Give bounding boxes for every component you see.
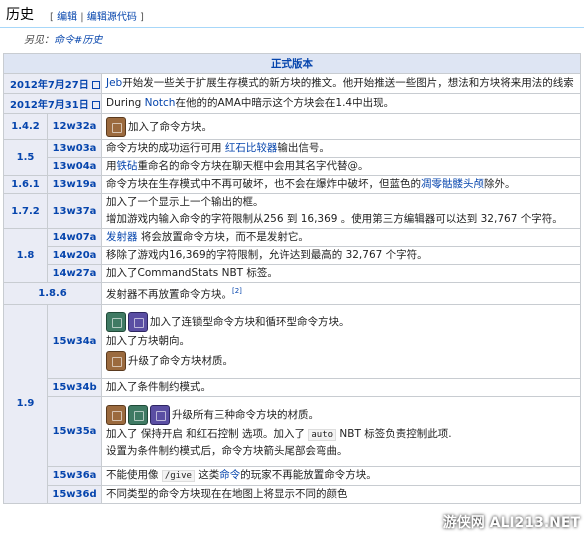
table-row: 1.8 14w07a 发射器 将会放置命令方块，而不是发射它。 (3, 228, 581, 283)
date-cell[interactable]: 2012年7月27日 (3, 73, 102, 94)
edit-source-link[interactable]: 编辑源代码 (87, 12, 137, 23)
version-cell[interactable]: 1.8.6 (3, 282, 102, 305)
table-row: 15w35a 升级所有三种命令方块的材质。 加入了 保持开启 和红石控制 选项。… (4, 395, 581, 467)
table-row: 15w36d 不同类型的命令方块现在在地图上将显示不同的颜色 (4, 484, 581, 504)
separator: | (80, 12, 84, 23)
snapshot-cell[interactable]: 13w03a (47, 139, 102, 158)
table-row: 1.5 13w03a 命令方块的成功运行可用 红石比较器输出信号。 (3, 139, 581, 176)
snapshot-cell[interactable]: 15w34a (47, 303, 102, 379)
snapshot-cell[interactable]: 14w20a (47, 246, 102, 265)
see-also-prefix: 另见： (24, 35, 54, 46)
table-row: 14w27a 加入了CommandStats NBT 标签。 (4, 264, 581, 283)
close-bracket: ] (140, 12, 144, 23)
see-also-link[interactable]: 命令#历史 (54, 35, 102, 46)
table-row: 13w04a 用铁砧重命名的命令方块在聊天框中会用其名字代替@。 (4, 157, 581, 176)
date-cell[interactable]: 2012年7月31日 (3, 93, 102, 114)
wither-skull-link[interactable]: 凋零骷髅头颅 (421, 178, 484, 190)
snapshot-cell[interactable]: 14w27a (47, 264, 102, 283)
table-row: 14w20a 移除了游戏内16,369的字符限制，允许达到最高的 32,767 … (4, 246, 581, 265)
desc-cell: 不能使用像 /give 这类命令的玩家不再能放置命令方块。 (101, 465, 581, 486)
table-row: 1.7.2 13w37a 加入了一个显示上一个输出的框。 增加游戏内输入命令的字符… (3, 193, 581, 229)
snapshot-cell[interactable]: 13w04a (47, 157, 102, 176)
open-bracket: [ (50, 12, 54, 23)
table-row: 15w34b 加入了条件制约模式。 (4, 377, 581, 397)
desc-cell: During Notch在他的的AMA中暗示这个方块会在1.4中出现。 (101, 93, 581, 114)
table-row: 1.8.6 发射器不再放置命令方块。[2] (3, 282, 581, 305)
reference-link[interactable]: [2] (232, 287, 242, 295)
desc-cell: 加入了连锁型命令方块和循环型命令方块。 加入了方块朝向。 升级了命令方块材质。 (101, 303, 581, 379)
version-cell[interactable]: 1.5 (3, 139, 48, 176)
desc-cell: 发射器 将会放置命令方块，而不是发射它。 (101, 228, 581, 247)
table-row: 1.4.2 12w32a 加入了命令方块。 (3, 113, 581, 140)
impulse-command-block-icon (106, 116, 126, 137)
snapshot-cell[interactable]: 14w07a (47, 228, 102, 247)
snapshot-cell[interactable]: 13w19a (47, 175, 102, 194)
desc-cell: 加入了CommandStats NBT 标签。 (101, 264, 581, 283)
repeating-command-block-icon (150, 404, 170, 425)
chain-command-block-icon (106, 311, 126, 332)
edit-link[interactable]: 编辑 (57, 12, 77, 23)
desc-cell: 加入了命令方块。 (101, 113, 581, 140)
snapshot-cell[interactable]: 15w36a (47, 465, 102, 486)
desc-cell: 用铁砧重命名的命令方块在聊天框中会用其名字代替@。 (101, 157, 581, 176)
impulse-command-block-icon (106, 350, 126, 371)
desc-cell: 发射器不再放置命令方块。[2] (101, 282, 581, 305)
impulse-command-block-icon (106, 404, 126, 425)
desc-cell: 升级所有三种命令方块的材质。 加入了 保持开启 和红石控制 选项。加入了 aut… (101, 395, 581, 467)
version-cell[interactable]: 1.9 (3, 303, 48, 504)
external-link-icon (91, 81, 100, 89)
section-header: 历史 [ 编辑 | 编辑源代码 ] (0, 0, 584, 28)
give-command-code: /give (161, 469, 195, 482)
watermark: 游侠网 ALI213.NET (442, 515, 580, 531)
version-cell[interactable]: 1.4.2 (3, 113, 48, 140)
anvil-link[interactable]: 铁砧 (117, 160, 138, 172)
snapshot-cell[interactable]: 13w37a (47, 193, 102, 229)
table-row: 1.9 15w34a 加入了连锁型命令方块和循环型命令方块。 加入了方块朝向。 … (3, 303, 581, 504)
command-link[interactable]: 命令 (219, 469, 240, 481)
external-link-icon (91, 101, 100, 109)
table-row: 15w36a 不能使用像 /give 这类命令的玩家不再能放置命令方块。 (4, 465, 581, 486)
table-heading: 正式版本 (3, 53, 581, 74)
version-cell[interactable]: 1.8 (3, 228, 48, 283)
edit-links: [ 编辑 | 编辑源代码 ] (50, 8, 144, 23)
snapshot-cell[interactable]: 12w32a (47, 113, 102, 140)
desc-cell: Jeb开始发一些关于扩展生存模式的新方块的推文。他开始推送一些图片，想法和方块将… (101, 73, 581, 94)
see-also: 另见：命令#历史 (24, 31, 102, 46)
jeb-link[interactable]: Jeb (106, 77, 122, 89)
notch-link[interactable]: Notch (145, 97, 176, 109)
snapshot-cell[interactable]: 15w36d (47, 484, 102, 504)
history-table: 正式版本 2012年7月27日 Jeb开始发一些关于扩展生存模式的新方块的推文。… (3, 53, 581, 504)
section-title: 历史 (6, 7, 34, 23)
comparator-link[interactable]: 红石比较器 (225, 142, 278, 154)
snapshot-cell[interactable]: 15w34b (47, 377, 102, 397)
desc-cell: 加入了条件制约模式。 (101, 377, 581, 397)
snapshot-cell[interactable]: 15w35a (47, 395, 102, 467)
desc-cell: 移除了游戏内16,369的字符限制，允许达到最高的 32,767 个字符。 (101, 246, 581, 265)
chain-command-block-icon (128, 404, 148, 425)
table-row: 1.6.1 13w19a 命令方块在生存模式中不再可破坏，也不会在爆炸中破坏，但… (3, 175, 581, 194)
table-row: 2012年7月31日 During Notch在他的的AMA中暗示这个方块会在1… (3, 93, 581, 114)
version-cell[interactable]: 1.6.1 (3, 175, 48, 194)
desc-cell: 不同类型的命令方块现在在地图上将显示不同的颜色 (101, 484, 581, 504)
dispenser-link[interactable]: 发射器 (106, 231, 138, 243)
desc-cell: 加入了一个显示上一个输出的框。 增加游戏内输入命令的字符限制从256 到 16,3… (101, 193, 581, 229)
table-row: 2012年7月27日 Jeb开始发一些关于扩展生存模式的新方块的推文。他开始推送… (3, 73, 581, 94)
nbt-tag-code: auto (308, 428, 337, 441)
desc-cell: 命令方块的成功运行可用 红石比较器输出信号。 (101, 139, 581, 158)
desc-cell: 命令方块在生存模式中不再可破坏，也不会在爆炸中破坏，但蓝色的凋零骷髅头颅除外。 (101, 175, 581, 194)
version-cell[interactable]: 1.7.2 (3, 193, 48, 229)
repeating-command-block-icon (128, 311, 148, 332)
